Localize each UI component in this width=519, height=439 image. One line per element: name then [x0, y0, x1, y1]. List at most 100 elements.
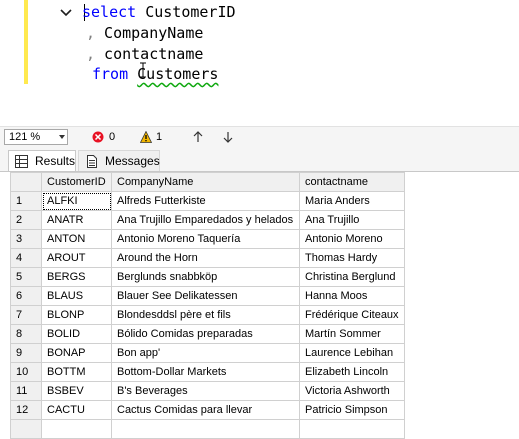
row-number[interactable]: 8: [10, 324, 42, 344]
error-circle-icon[interactable]: [92, 131, 104, 143]
table-row[interactable]: 5 BERGS Berglunds snabbköp Christina Ber…: [10, 267, 405, 287]
cell-companyname[interactable]: Blauer See Delikatessen: [111, 286, 300, 306]
cell-contactname[interactable]: Martín Sommer: [299, 324, 405, 344]
comma: ,: [86, 45, 96, 63]
tab-results[interactable]: Results: [8, 150, 76, 172]
cell-companyname[interactable]: Alfreds Futterkiste: [111, 191, 300, 211]
cell-contactname[interactable]: Frédérique Citeaux: [299, 305, 405, 325]
table-row[interactable]: 1 ALFKI Alfreds Futterkiste Maria Anders: [10, 191, 405, 211]
editor-status-bar: 121 % 0 1: [0, 126, 519, 147]
cell-companyname[interactable]: B's Beverages: [111, 381, 300, 401]
zoom-dropdown[interactable]: 121 %: [4, 129, 68, 145]
table-row[interactable]: 8 BOLID Bólido Comidas preparadas Martín…: [10, 324, 405, 344]
row-number[interactable]: 6: [10, 286, 42, 306]
cell-customerid[interactable]: [41, 419, 112, 439]
table-customers: Customers: [137, 65, 219, 83]
row-number[interactable]: 1: [10, 191, 42, 211]
table-row[interactable]: 9 BONAP Bon app' Laurence Lebihan: [10, 343, 405, 363]
grid-icon: [15, 155, 28, 168]
results-grid[interactable]: CustomerID CompanyName contactname 1 ALF…: [0, 172, 519, 439]
cell-contactname[interactable]: Thomas Hardy: [299, 248, 405, 268]
code-line-4[interactable]: from Customers: [92, 64, 218, 84]
row-number[interactable]: 3: [10, 229, 42, 249]
cell-customerid[interactable]: BONAP: [41, 343, 112, 363]
cell-companyname[interactable]: Bólido Comidas preparadas: [111, 324, 300, 344]
column-header-customerid[interactable]: CustomerID: [41, 172, 112, 192]
table-row[interactable]: 7 BLONP Blondesddsl père et fils Frédéri…: [10, 305, 405, 325]
keyword-from: from: [92, 65, 129, 83]
cell-contactname[interactable]: Antonio Moreno: [299, 229, 405, 249]
cell-customerid[interactable]: BERGS: [41, 267, 112, 287]
cell-customerid[interactable]: BLAUS: [41, 286, 112, 306]
row-number[interactable]: 12: [10, 400, 42, 420]
cell-companyname[interactable]: Bottom-Dollar Markets: [111, 362, 300, 382]
chevron-down-icon: [59, 135, 65, 139]
row-number[interactable]: 2: [10, 210, 42, 230]
cell-customerid[interactable]: BOTTM: [41, 362, 112, 382]
cell-companyname[interactable]: Blondesddsl père et fils: [111, 305, 300, 325]
table-row[interactable]: 10 BOTTM Bottom-Dollar Markets Elizabeth…: [10, 362, 405, 382]
cell-contactname[interactable]: Ana Trujillo: [299, 210, 405, 230]
cell-customerid[interactable]: CACTU: [41, 400, 112, 420]
code-line-1[interactable]: select CustomerID: [82, 2, 236, 22]
tab-results-label: Results: [35, 154, 76, 168]
cell-contactname[interactable]: [299, 419, 405, 439]
row-number[interactable]: 9: [10, 343, 42, 363]
cell-customerid[interactable]: ALFKI: [41, 191, 112, 211]
cell-customerid[interactable]: BSBEV: [41, 381, 112, 401]
warning-triangle-icon[interactable]: [140, 131, 152, 143]
row-number[interactable]: 10: [10, 362, 42, 382]
row-number[interactable]: 5: [10, 267, 42, 287]
table-row[interactable]: 12 CACTU Cactus Comidas para llevar Patr…: [10, 400, 405, 420]
cell-companyname[interactable]: Bon app': [111, 343, 300, 363]
comma: ,: [86, 24, 96, 42]
arrow-down-icon[interactable]: [222, 131, 234, 143]
arrow-up-icon[interactable]: [192, 131, 204, 143]
cell-customerid[interactable]: ANTON: [41, 229, 112, 249]
column-companyname: CompanyName: [95, 24, 204, 42]
table-row[interactable]: 4 AROUT Around the Horn Thomas Hardy: [10, 248, 405, 268]
cell-companyname[interactable]: Berglunds snabbköp: [111, 267, 300, 287]
cell-companyname[interactable]: [111, 419, 300, 439]
cell-contactname[interactable]: Elizabeth Lincoln: [299, 362, 405, 382]
code-line-3[interactable]: , contactname: [86, 44, 203, 64]
cell-customerid[interactable]: AROUT: [41, 248, 112, 268]
column-contactname: contactname: [95, 45, 204, 63]
row-number[interactable]: 4: [10, 248, 42, 268]
cell-contactname[interactable]: Laurence Lebihan: [299, 343, 405, 363]
tab-messages[interactable]: Messages: [78, 150, 160, 171]
header-row: CustomerID CompanyName contactname: [10, 172, 405, 192]
cell-companyname[interactable]: Around the Horn: [111, 248, 300, 268]
row-number[interactable]: [10, 419, 42, 439]
sql-editor[interactable]: select CustomerID , CompanyName , contac…: [0, 0, 519, 126]
table-row[interactable]: [10, 419, 405, 439]
row-number[interactable]: 7: [10, 305, 42, 325]
table-row[interactable]: 2 ANATR Ana Trujillo Emparedados y helad…: [10, 210, 405, 230]
cell-contactname[interactable]: Christina Berglund: [299, 267, 405, 287]
column-header-companyname[interactable]: CompanyName: [111, 172, 300, 192]
cell-companyname[interactable]: Cactus Comidas para llevar: [111, 400, 300, 420]
zoom-value: 121 %: [9, 131, 41, 143]
row-number-header[interactable]: [10, 172, 42, 192]
cell-companyname[interactable]: Ana Trujillo Emparedados y helados: [111, 210, 300, 230]
cell-contactname[interactable]: Victoria Ashworth: [299, 381, 405, 401]
results-table[interactable]: CustomerID CompanyName contactname 1 ALF…: [10, 172, 405, 439]
cell-customerid[interactable]: ANATR: [41, 210, 112, 230]
document-icon: [87, 155, 97, 168]
code-line-2[interactable]: , CompanyName: [86, 23, 203, 43]
cell-contactname[interactable]: Maria Anders: [299, 191, 405, 211]
cell-customerid[interactable]: BLONP: [41, 305, 112, 325]
tab-messages-label: Messages: [105, 154, 160, 168]
table-row[interactable]: 11 BSBEV B's Beverages Victoria Ashworth: [10, 381, 405, 401]
table-row[interactable]: 6 BLAUS Blauer See Delikatessen Hanna Mo…: [10, 286, 405, 306]
cell-contactname[interactable]: Hanna Moos: [299, 286, 405, 306]
row-number[interactable]: 11: [10, 381, 42, 401]
cell-companyname[interactable]: Antonio Moreno Taquería: [111, 229, 300, 249]
collapse-minus-icon[interactable]: [58, 5, 74, 21]
ibeam-cursor-icon: [140, 62, 146, 78]
column-header-contactname[interactable]: contactname: [299, 172, 405, 192]
cell-customerid[interactable]: BOLID: [41, 324, 112, 344]
table-row[interactable]: 3 ANTON Antonio Moreno Taquería Antonio …: [10, 229, 405, 249]
cell-contactname[interactable]: Patricio Simpson: [299, 400, 405, 420]
